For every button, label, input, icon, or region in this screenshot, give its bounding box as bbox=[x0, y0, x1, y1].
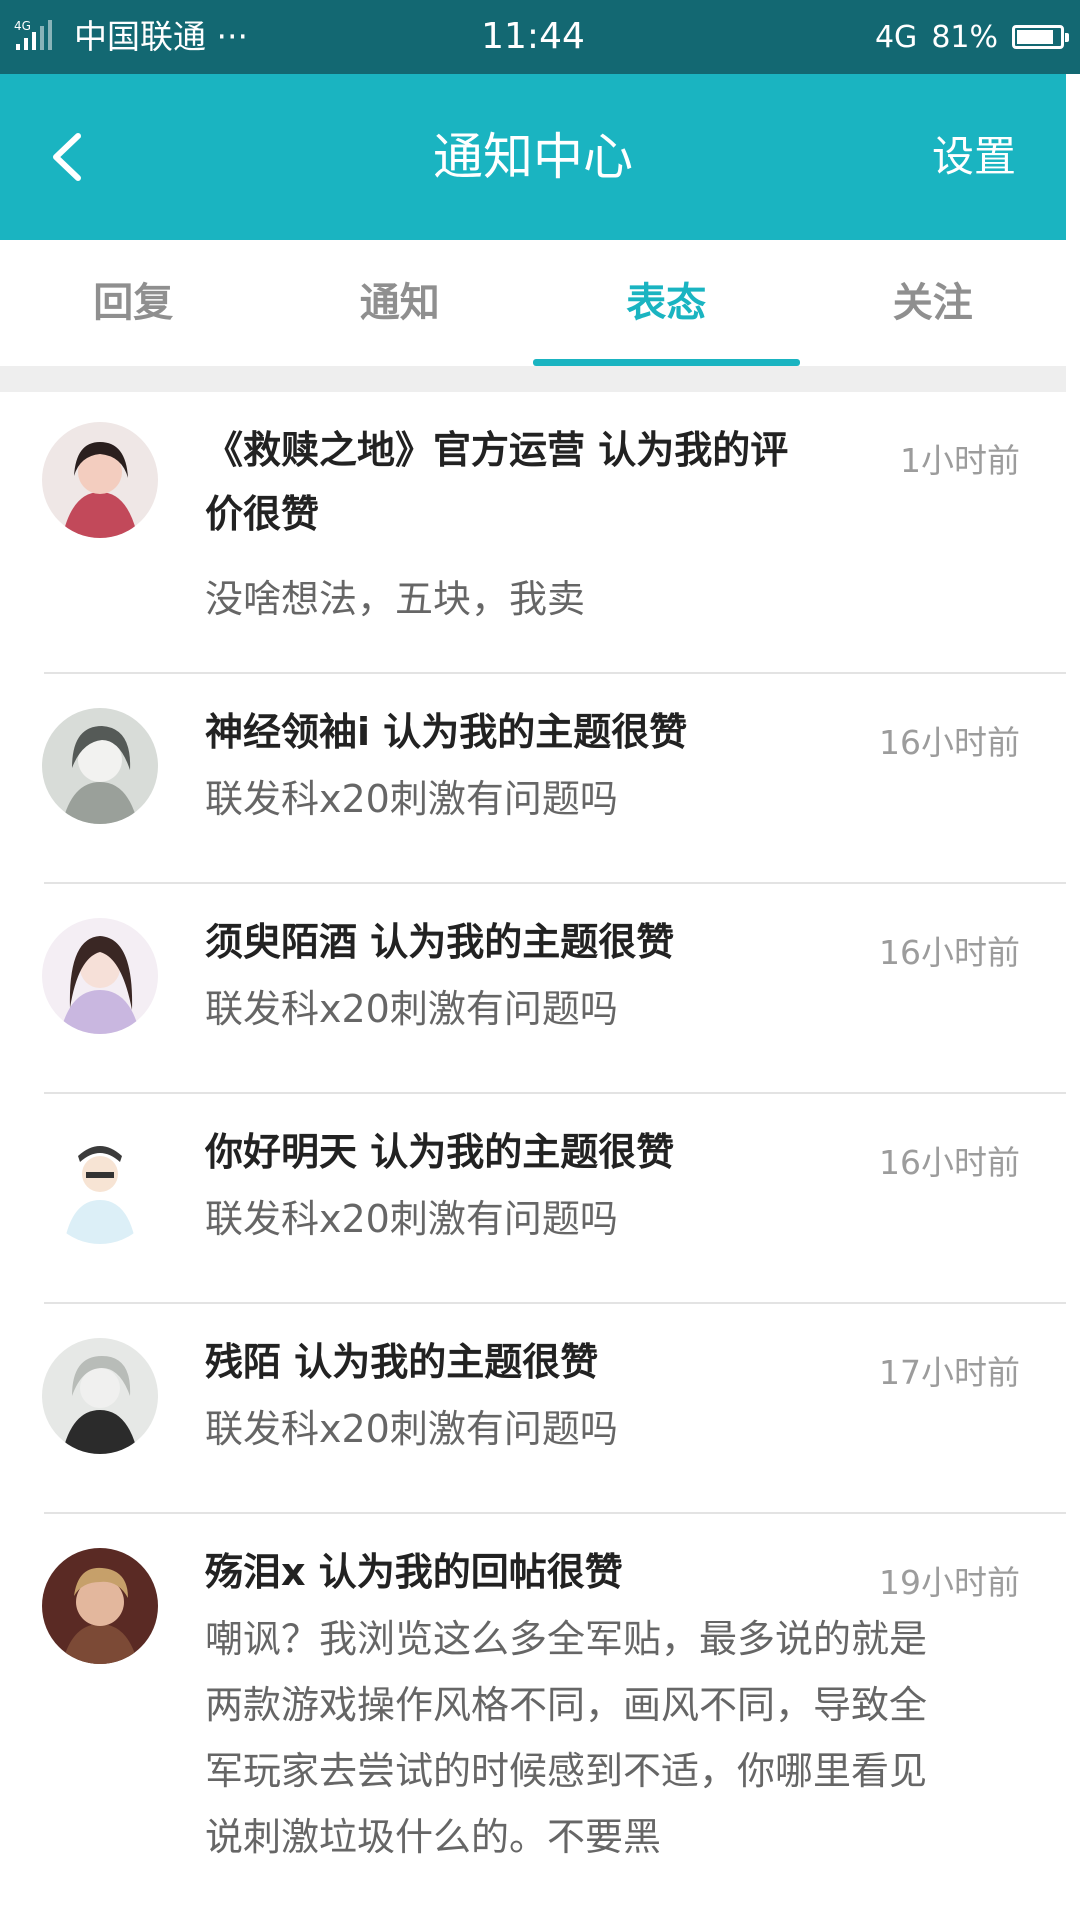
battery-icon bbox=[1012, 25, 1069, 49]
battery-percent: 81% bbox=[931, 19, 998, 55]
settings-button[interactable]: 设置 bbox=[932, 74, 1016, 240]
active-tab-indicator bbox=[533, 359, 800, 366]
item-body: 联发科x20刺激有问题吗 bbox=[205, 987, 618, 1031]
status-bar: 4G 中国联通 ··· 11:44 4G 81% bbox=[0, 0, 1080, 74]
item-title: 殇泪x 认为我的回帖很赞 bbox=[205, 1550, 623, 1594]
item-body: 嘲讽？我浏览这么多全军贴，最多说的就是 bbox=[205, 1617, 928, 1661]
list-item[interactable]: 残陌 认为我的主题很赞 17小时前 联发科x20刺激有问题吗 bbox=[0, 1304, 1066, 1514]
tab-label: 通知 bbox=[359, 280, 440, 326]
item-body: 联发科x20刺激有问题吗 bbox=[205, 777, 618, 821]
tab-label: 关注 bbox=[892, 280, 973, 326]
list-item[interactable]: 神经领袖i 认为我的主题很赞 16小时前 联发科x20刺激有问题吗 bbox=[0, 674, 1066, 884]
page-title: 通知中心 bbox=[433, 128, 633, 186]
status-right: 4G 81% bbox=[874, 15, 1069, 59]
notification-list: 《救赎之地》官方运营 认为我的评 价很赞 1小时前 没啥想法，五块，我卖 神经领… bbox=[0, 392, 1066, 1874]
tab-label: 回复 bbox=[93, 280, 174, 326]
avatar[interactable] bbox=[42, 1548, 158, 1664]
avatar[interactable] bbox=[42, 918, 158, 1034]
item-title: 《救赎之地》官方运营 认为我的评 bbox=[205, 428, 789, 472]
tab-label: 表态 bbox=[626, 280, 707, 326]
item-time: 16小时前 bbox=[879, 1143, 1020, 1182]
avatar[interactable] bbox=[42, 1338, 158, 1454]
list-item[interactable]: 殇泪x 认为我的回帖很赞 19小时前 嘲讽？我浏览这么多全军贴，最多说的就是 两… bbox=[0, 1514, 1066, 1874]
avatar[interactable] bbox=[42, 1128, 158, 1244]
section-gap bbox=[0, 366, 1066, 392]
item-time: 17小时前 bbox=[879, 1353, 1020, 1392]
item-title: 残陌 认为我的主题很赞 bbox=[205, 1340, 599, 1384]
avatar[interactable] bbox=[42, 422, 158, 538]
list-item[interactable]: 须臾陌酒 认为我的主题很赞 16小时前 联发科x20刺激有问题吗 bbox=[0, 884, 1066, 1094]
item-body: 军玩家去尝试的时候感到不适，你哪里看见 bbox=[205, 1749, 928, 1793]
avatar[interactable] bbox=[42, 708, 158, 824]
tab-reactions[interactable]: 表态 bbox=[533, 240, 800, 366]
item-title: 你好明天 认为我的主题很赞 bbox=[205, 1130, 675, 1174]
item-body: 说刺激垃圾什么的。不要黑 bbox=[205, 1815, 662, 1859]
tab-replies[interactable]: 回复 bbox=[0, 240, 267, 366]
network-type: 4G bbox=[874, 19, 918, 55]
item-body: 两款游戏操作风格不同，画风不同，导致全 bbox=[205, 1683, 928, 1727]
item-body: 没啥想法，五块，我卖 bbox=[205, 577, 586, 621]
item-title-continued: 价很赞 bbox=[205, 492, 320, 536]
item-time: 16小时前 bbox=[879, 933, 1020, 972]
list-item[interactable]: 《救赎之地》官方运营 认为我的评 价很赞 1小时前 没啥想法，五块，我卖 bbox=[0, 392, 1066, 674]
tab-notifications[interactable]: 通知 bbox=[267, 240, 534, 366]
item-time: 19小时前 bbox=[879, 1563, 1020, 1602]
app-header: 通知中心 设置 bbox=[0, 74, 1066, 240]
tab-following[interactable]: 关注 bbox=[800, 240, 1067, 366]
item-time: 16小时前 bbox=[879, 723, 1020, 762]
item-time: 1小时前 bbox=[900, 441, 1020, 480]
item-body: 联发科x20刺激有问题吗 bbox=[205, 1407, 618, 1451]
tab-bar: 回复 通知 表态 关注 bbox=[0, 240, 1066, 366]
list-item[interactable]: 你好明天 认为我的主题很赞 16小时前 联发科x20刺激有问题吗 bbox=[0, 1094, 1066, 1304]
item-body: 联发科x20刺激有问题吗 bbox=[205, 1197, 618, 1241]
item-title: 神经领袖i 认为我的主题很赞 bbox=[205, 710, 688, 754]
item-title: 须臾陌酒 认为我的主题很赞 bbox=[205, 920, 675, 964]
